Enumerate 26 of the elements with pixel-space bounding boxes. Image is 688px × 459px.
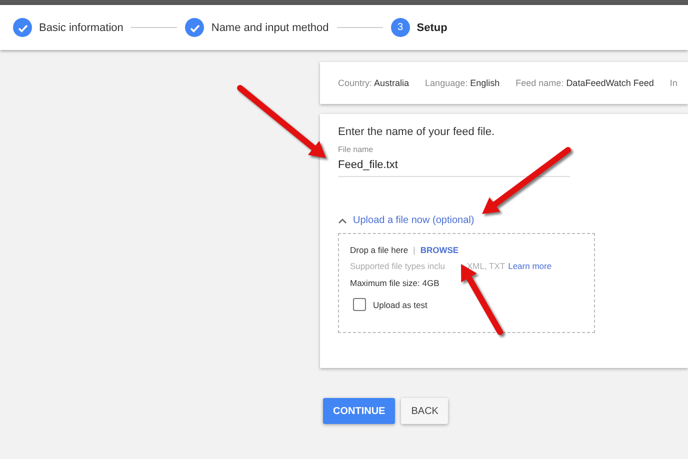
- annotation-arrow: [461, 264, 503, 335]
- supported-types-text: Supported file types inclu: [350, 261, 445, 271]
- continue-button[interactable]: CONTINUE: [323, 398, 396, 424]
- drop-text: Drop a file here: [350, 245, 408, 255]
- browse-link[interactable]: BROWSE: [420, 245, 459, 255]
- checkbox-label: Upload as test: [373, 300, 428, 310]
- checkbox[interactable]: [353, 298, 366, 311]
- separator-text: |: [413, 245, 416, 255]
- supported-types-text: XML, TXT: [466, 261, 506, 271]
- field-value: Feed_file.txt: [338, 159, 399, 171]
- summary-item: Feed name: DataFeedWatch Feed: [516, 78, 654, 88]
- step-number: 3: [390, 18, 410, 37]
- summary-item: Country: Australia: [338, 78, 410, 88]
- back-button[interactable]: BACK: [401, 398, 448, 424]
- learn-more-link[interactable]: Learn more: [508, 261, 552, 271]
- upload-toggle-link[interactable]: Upload a file now (optional): [353, 215, 474, 226]
- summary-item: Language: English: [425, 78, 500, 88]
- step-label[interactable]: Basic information: [39, 22, 124, 34]
- summary-item: In: [670, 78, 678, 88]
- field-label: File name: [338, 145, 374, 154]
- max-size-text: Maximum file size: 4GB: [350, 278, 440, 288]
- step-label[interactable]: Setup: [416, 22, 448, 34]
- step-label[interactable]: Name and input method: [211, 22, 329, 34]
- chevron-icon[interactable]: [338, 218, 347, 224]
- file-name-field[interactable]: File name Feed_file.txt: [338, 145, 570, 177]
- prompt-text: Enter the name of your feed file.: [338, 126, 496, 138]
